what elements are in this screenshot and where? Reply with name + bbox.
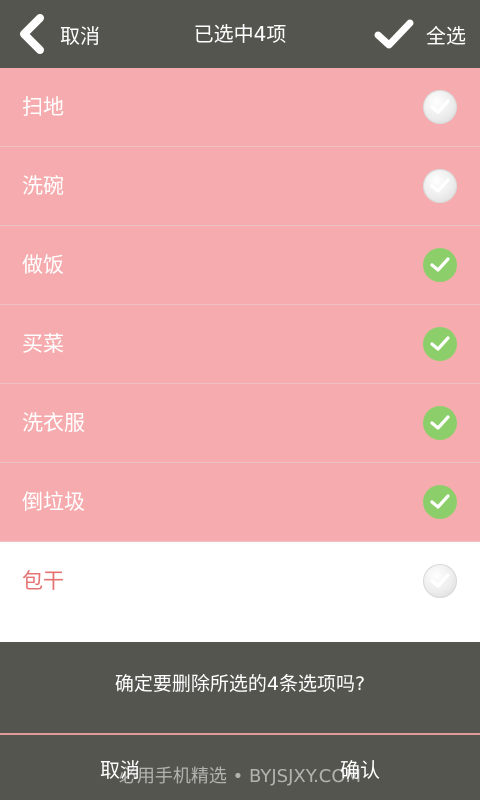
select-all-label: 全选 — [426, 23, 466, 48]
select-all-button[interactable]: 全选 — [360, 0, 480, 68]
check-circle-icon[interactable] — [423, 248, 457, 282]
list-tail-space — [0, 618, 480, 642]
top-bar: 取消 已选中4项 全选 — [0, 0, 480, 68]
check-circle-icon[interactable] — [423, 327, 457, 361]
dialog-divider — [0, 733, 480, 735]
cancel-label: 取消 — [60, 23, 100, 48]
list-item[interactable]: 洗碗 — [0, 147, 480, 226]
chevron-left-icon — [20, 14, 44, 54]
checkmark-icon — [374, 19, 414, 49]
task-list: 扫地 洗碗 做饭 买菜 洗衣服 倒垃圾 包干 — [0, 68, 480, 621]
list-item[interactable]: 洗衣服 — [0, 384, 480, 463]
dialog-confirm-button[interactable]: 确认 — [300, 750, 420, 790]
list-item[interactable]: 做饭 — [0, 226, 480, 305]
check-circle-icon[interactable] — [423, 406, 457, 440]
list-item[interactable]: 买菜 — [0, 305, 480, 384]
list-item-label: 洗碗 — [22, 174, 64, 198]
check-circle-icon[interactable] — [423, 485, 457, 519]
delete-confirm-dialog: 确定要删除所选的4条选项吗? 取消 确认 — [0, 642, 480, 800]
list-item[interactable]: 倒垃圾 — [0, 463, 480, 542]
check-circle-icon[interactable] — [423, 564, 457, 598]
dialog-cancel-button[interactable]: 取消 — [60, 750, 180, 790]
cancel-selection-button[interactable]: 取消 — [0, 0, 120, 68]
list-item[interactable]: 扫地 — [0, 68, 480, 147]
dialog-message: 确定要删除所选的4条选项吗? — [114, 673, 366, 695]
list-item[interactable]: 包干 — [0, 542, 480, 621]
list-item-label: 买菜 — [22, 332, 64, 356]
list-item-label: 包干 — [22, 569, 64, 593]
selection-count-title: 已选中4项 — [193, 22, 287, 46]
list-item-label: 洗衣服 — [22, 411, 85, 435]
list-item-label: 做饭 — [22, 253, 64, 277]
list-item-label: 扫地 — [22, 95, 64, 119]
check-circle-icon[interactable] — [423, 90, 457, 124]
check-circle-icon[interactable] — [423, 169, 457, 203]
list-item-label: 倒垃圾 — [22, 490, 85, 514]
